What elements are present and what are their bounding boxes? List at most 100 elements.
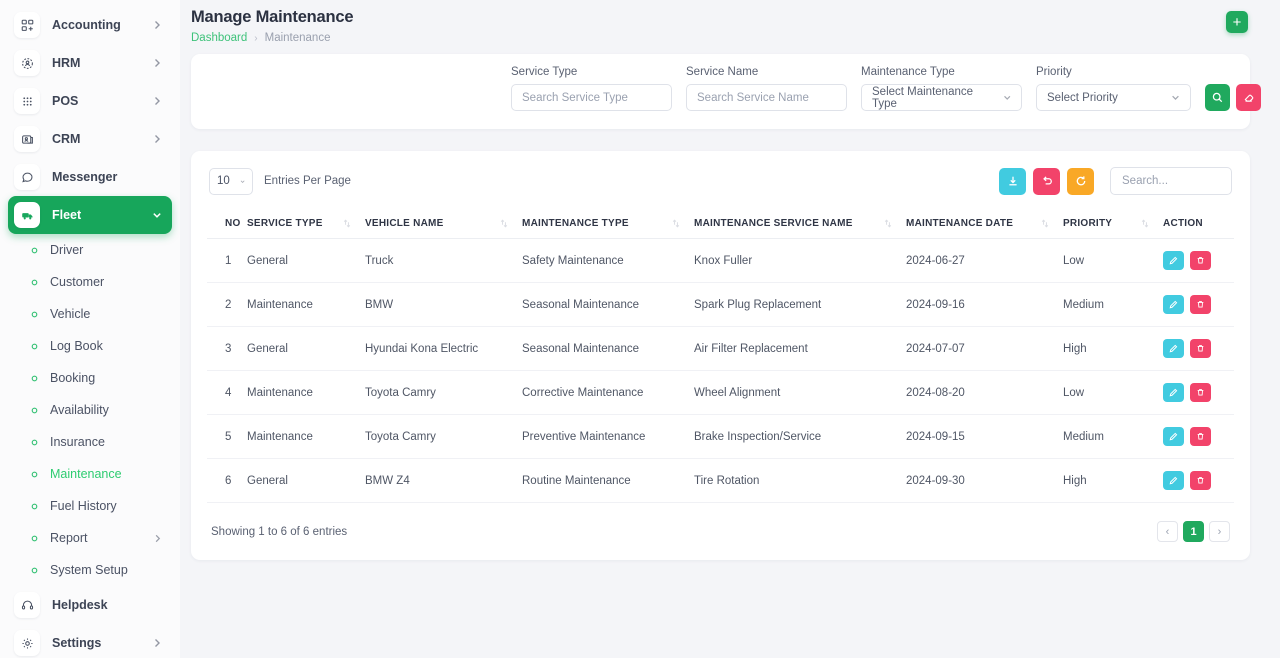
sidebar-item-crm[interactable]: CRM [8,120,172,158]
bullet-icon [30,246,39,255]
column-header-priority[interactable]: PRIORITY [1063,209,1163,239]
breadcrumb-dashboard-link[interactable]: Dashboard [191,32,247,44]
dots-grid-icon [14,88,40,114]
table-row: 3 General Hyundai Kona Electric Seasonal… [207,326,1234,371]
delete-row-button[interactable] [1190,427,1211,446]
app-root: Accounting HRM POS CRM Messenger Fleet D… [0,0,1280,658]
sidebar-item-messenger[interactable]: Messenger [8,158,172,196]
column-header-vehicle-name[interactable]: VEHICLE NAME [365,209,522,239]
pagination-prev-button[interactable]: ‹ [1157,521,1178,542]
cell-priority: Medium [1063,414,1163,459]
table-row: 1 General Truck Safety Maintenance Knox … [207,238,1234,283]
sidebar-subitem-label: Insurance [50,435,105,449]
sidebar-item-insurance[interactable]: Insurance [8,426,172,458]
edit-row-button[interactable] [1163,339,1184,358]
export-download-button[interactable] [999,167,1026,195]
headset-icon [14,592,40,618]
trash-icon [1197,389,1204,396]
service-name-input[interactable] [686,84,847,111]
table-footer: Showing 1 to 6 of 6 entries ‹ 1 › [207,503,1234,548]
sort-icon [1141,219,1149,228]
table-refresh-button[interactable] [1067,167,1094,195]
cell-no: 6 [207,458,247,503]
column-header-maintenance-type[interactable]: MAINTENANCE TYPE [522,209,694,239]
delete-row-button[interactable] [1190,339,1211,358]
sidebar-item-helpdesk[interactable]: Helpdesk [8,586,172,624]
delete-row-button[interactable] [1190,295,1211,314]
filter-reset-button[interactable] [1236,84,1261,111]
sidebar-item-maintenance[interactable]: Maintenance [8,458,172,490]
priority-select[interactable]: Select Priority [1036,84,1191,111]
priority-selected-value: Select Priority [1047,91,1118,104]
cell-maintenance-type: Seasonal Maintenance [522,326,694,371]
pagination-page-1[interactable]: 1 [1183,521,1204,542]
sidebar-item-settings[interactable]: Settings [8,624,172,658]
sidebar-item-fleet[interactable]: Fleet [8,196,172,234]
pencil-icon [1169,388,1178,397]
sidebar-item-vehicle[interactable]: Vehicle [8,298,172,330]
edit-row-button[interactable] [1163,471,1184,490]
cell-maintenance-type: Safety Maintenance [522,238,694,283]
column-header-service-type[interactable]: SERVICE TYPE [247,209,365,239]
cell-service-type: General [247,238,365,283]
bullet-icon [30,374,39,383]
trash-icon [1197,257,1204,264]
chevron-right-icon [155,97,160,105]
download-icon [1008,176,1017,186]
sidebar-item-label: Messenger [52,170,118,184]
cell-maintenance-type: Preventive Maintenance [522,414,694,459]
bullet-icon [30,310,39,319]
delete-row-button[interactable] [1190,251,1211,270]
sidebar-item-driver[interactable]: Driver [8,234,172,266]
cell-vehicle-name: Truck [365,238,522,283]
cell-service-name: Knox Fuller [694,238,906,283]
cell-vehicle-name: Toyota Camry [365,370,522,415]
sidebar-item-booking[interactable]: Booking [8,362,172,394]
edit-row-button[interactable] [1163,427,1184,446]
sidebar-item-pos[interactable]: POS [8,82,172,120]
edit-row-button[interactable] [1163,251,1184,270]
chevron-down-icon [153,213,161,218]
table-row: 2 Maintenance BMW Seasonal Maintenance S… [207,282,1234,327]
add-maintenance-button[interactable]: + [1226,11,1248,33]
cell-service-type: General [247,326,365,371]
edit-row-button[interactable] [1163,383,1184,402]
delete-row-button[interactable] [1190,471,1211,490]
sidebar-item-log-book[interactable]: Log Book [8,330,172,362]
edit-row-button[interactable] [1163,295,1184,314]
cell-action [1163,458,1234,503]
filter-search-button[interactable] [1205,84,1230,111]
table-search-input[interactable] [1110,167,1232,195]
column-header-maintenance-service-name[interactable]: MAINTENANCE SERVICE NAME [694,209,906,239]
sidebar-item-accounting[interactable]: Accounting [8,6,172,44]
service-type-input[interactable] [511,84,672,111]
sort-icon [500,219,508,228]
bullet-icon [30,534,39,543]
chevron-right-icon [155,59,160,67]
column-header-maintenance-date[interactable]: MAINTENANCE DATE [906,209,1063,239]
table-reset-button[interactable] [1033,167,1060,195]
entries-per-page-value: 10 [217,175,230,187]
pagination-next-button[interactable]: › [1209,521,1230,542]
page-header: Manage Maintenance Dashboard › Maintenan… [180,0,1280,54]
bullet-icon [30,278,39,287]
cell-maintenance-date: 2024-09-15 [906,414,1063,459]
sidebar-item-customer[interactable]: Customer [8,266,172,298]
filter-priority-label: Priority [1036,66,1072,78]
filter-service-name-label: Service Name [686,66,759,78]
delete-row-button[interactable] [1190,383,1211,402]
entries-per-page-select[interactable]: 10 [209,167,253,195]
sidebar-item-hrm[interactable]: HRM [8,44,172,82]
sidebar-item-fuel-history[interactable]: Fuel History [8,490,172,522]
maintenance-type-select[interactable]: Select Maintenance Type [861,84,1022,111]
cell-maintenance-date: 2024-09-16 [906,282,1063,327]
people-circle-icon [14,50,40,76]
sidebar-item-report[interactable]: Report [8,522,172,554]
cell-priority: High [1063,458,1163,503]
cell-no: 4 [207,370,247,415]
sidebar-item-availability[interactable]: Availability [8,394,172,426]
column-header-label: SERVICE TYPE [247,218,323,229]
sidebar-item-system-setup[interactable]: System Setup [8,554,172,586]
table-row: 5 Maintenance Toyota Camry Preventive Ma… [207,414,1234,459]
cell-maintenance-date: 2024-07-07 [906,326,1063,371]
